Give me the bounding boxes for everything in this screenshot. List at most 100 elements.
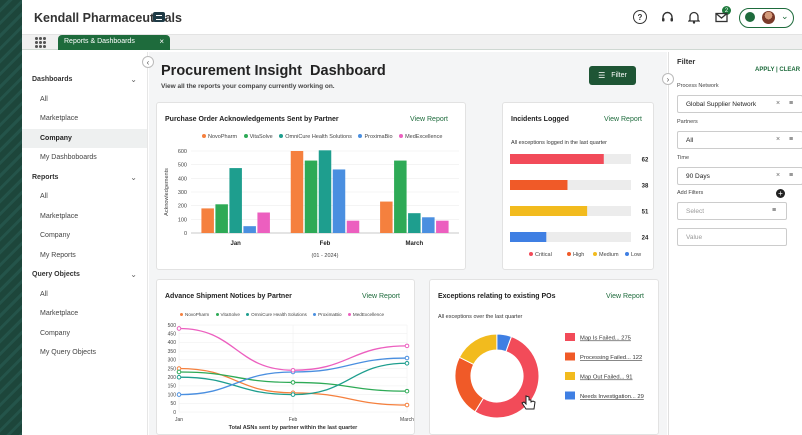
- app-window: Kendall Pharmaceuticals ? 2 ⌄ Reports & …: [22, 0, 802, 435]
- brand-switch-icon[interactable]: [153, 12, 165, 22]
- x-tick-label: Feb: [289, 417, 298, 423]
- bar-high: [510, 180, 568, 190]
- mail-icon[interactable]: [714, 10, 728, 24]
- y-tick-label: 0: [184, 231, 187, 237]
- line-point: [404, 343, 410, 349]
- user-icon: [745, 12, 755, 22]
- line-point: [176, 374, 182, 380]
- time-select[interactable]: 90 Days × ≡: [677, 167, 802, 185]
- tab-label: Reports & Dashboards: [64, 38, 135, 45]
- bar-march-4: [436, 220, 449, 233]
- sidebar-item-company[interactable]: Company: [22, 226, 147, 246]
- clear-icon[interactable]: ×: [776, 136, 780, 143]
- line-point: [290, 380, 296, 385]
- legend-dot: [567, 252, 571, 256]
- bar-medium: [510, 206, 588, 216]
- sidebar-item-company[interactable]: Company: [22, 128, 147, 148]
- filter-panel-title: Filter: [677, 57, 696, 66]
- bar-march-3: [422, 217, 435, 233]
- filter-value-input[interactable]: Value: [677, 228, 787, 246]
- sidebar-section-reports[interactable]: Reports ⌄: [22, 168, 147, 188]
- legend-label: Processing Failed... 122: [580, 355, 642, 361]
- sidebar-item-marketplace[interactable]: Marketplace: [22, 109, 147, 129]
- help-icon[interactable]: ?: [633, 10, 647, 24]
- menu-icon[interactable]: ≡: [789, 100, 793, 107]
- page-subtitle: View all the reports your company curren…: [161, 83, 335, 90]
- main-content: Procurement Insight Dashboard View all t…: [149, 52, 667, 435]
- menu-icon[interactable]: ≡: [772, 207, 776, 214]
- y-tick-label: 50: [170, 401, 176, 407]
- sidebar-item-my-query-objects[interactable]: My Query Objects: [22, 343, 147, 363]
- bar-feb-3: [332, 169, 346, 233]
- sidebar-item-all[interactable]: All: [22, 285, 147, 305]
- filter-button[interactable]: ☰ Filter: [589, 66, 636, 85]
- line-point: [404, 355, 410, 361]
- sidebar-item-company[interactable]: Company: [22, 324, 147, 344]
- clear-icon[interactable]: ×: [776, 100, 780, 107]
- partners-select[interactable]: All × ≡: [677, 131, 802, 149]
- y-tick-label: 500: [178, 163, 187, 169]
- line-point: [290, 367, 296, 373]
- process-network-label: Process Network: [677, 83, 719, 89]
- legend-swatch: [565, 352, 575, 361]
- y-tick-label: 300: [178, 190, 187, 196]
- sidebar-item-all[interactable]: All: [22, 90, 147, 110]
- line-point: [404, 402, 410, 408]
- filter-select-input[interactable]: Select ≡: [677, 202, 787, 220]
- sidebar-collapse-button[interactable]: ‹: [142, 56, 154, 68]
- avatar: [762, 11, 775, 24]
- app-grid-icon[interactable]: [35, 37, 46, 48]
- y-tick-label: 500: [168, 323, 177, 329]
- process-network-select[interactable]: Global Supplier Network × ≡: [677, 95, 802, 113]
- sidebar-section-query-objects[interactable]: Query Objects ⌄: [22, 265, 147, 285]
- bar-critical: [510, 154, 604, 164]
- add-filter-icon[interactable]: +: [776, 189, 785, 198]
- legend-label: Critical: [535, 252, 552, 258]
- legend-dot: [625, 252, 629, 256]
- bar-feb-0: [290, 151, 304, 233]
- sidebar-item-my-dashboards[interactable]: My Dashboboards: [22, 148, 147, 168]
- exceptions-donut-chart: Map Is Failed... 275 Processing Failed...…: [454, 333, 644, 419]
- donut-slice-2: [458, 333, 498, 366]
- legend-label: Needs Investigation... 29: [580, 394, 644, 400]
- bar-feb-1: [304, 160, 318, 233]
- bar-jan-1: [215, 204, 228, 233]
- sidebar-item-marketplace[interactable]: Marketplace: [22, 304, 147, 324]
- donut-slice-1: [454, 356, 485, 413]
- sidebar-section-dashboards[interactable]: Dashboards ⌄: [22, 70, 147, 90]
- filter-panel-toggle[interactable]: ›: [662, 73, 674, 85]
- clear-icon[interactable]: ×: [776, 172, 780, 179]
- sidebar-item-marketplace[interactable]: Marketplace: [22, 207, 147, 227]
- legend-label: Low: [631, 252, 641, 258]
- legend-dot: [593, 252, 597, 256]
- menu-icon[interactable]: ≡: [789, 172, 793, 179]
- bell-icon[interactable]: [687, 10, 701, 24]
- asn-line-chart: 0 50 100 150 200 250 300 350 400 450 500 Jan Feb Marc…: [168, 323, 415, 431]
- value-label: 38: [642, 184, 649, 190]
- y-tick-label: 200: [178, 204, 187, 210]
- filter-panel: Filter APPLY | CLEAR Process Network Glo…: [668, 52, 802, 435]
- legend-swatch: [565, 333, 575, 341]
- y-tick-label: 100: [168, 392, 177, 398]
- line-point: [176, 392, 182, 397]
- y-tick-label: 400: [168, 340, 177, 346]
- x-axis-caption: Total ASNs sent by partner within the la…: [229, 425, 359, 431]
- y-axis-label: Acknowledgements: [164, 168, 170, 216]
- value-label: 62: [642, 158, 649, 164]
- user-menu-button[interactable]: ⌄: [739, 8, 794, 28]
- y-tick-label: 350: [168, 349, 177, 355]
- close-icon[interactable]: ×: [159, 37, 164, 46]
- po-bar-chart: 0 100 200 300 400 500 600 Acknowledgements Jan Fe…: [164, 149, 459, 259]
- y-tick-label: 250: [168, 366, 177, 372]
- legend-label: Map Is Failed... 275: [580, 336, 631, 342]
- sidebar-item-my-reports[interactable]: My Reports: [22, 246, 147, 266]
- headset-icon[interactable]: [660, 10, 674, 24]
- card-po-acknowledgements: Purchase Order Acknowledgements Sent by …: [156, 102, 466, 270]
- y-tick-label: 400: [178, 176, 187, 182]
- sidebar-item-all[interactable]: All: [22, 187, 147, 207]
- tab-reports-dashboards[interactable]: Reports & Dashboards ×: [58, 35, 170, 50]
- y-tick-label: 200: [168, 375, 177, 381]
- menu-icon[interactable]: ≡: [789, 136, 793, 143]
- partners-label: Partners: [677, 119, 698, 125]
- apply-clear-links[interactable]: APPLY | CLEAR: [755, 67, 800, 73]
